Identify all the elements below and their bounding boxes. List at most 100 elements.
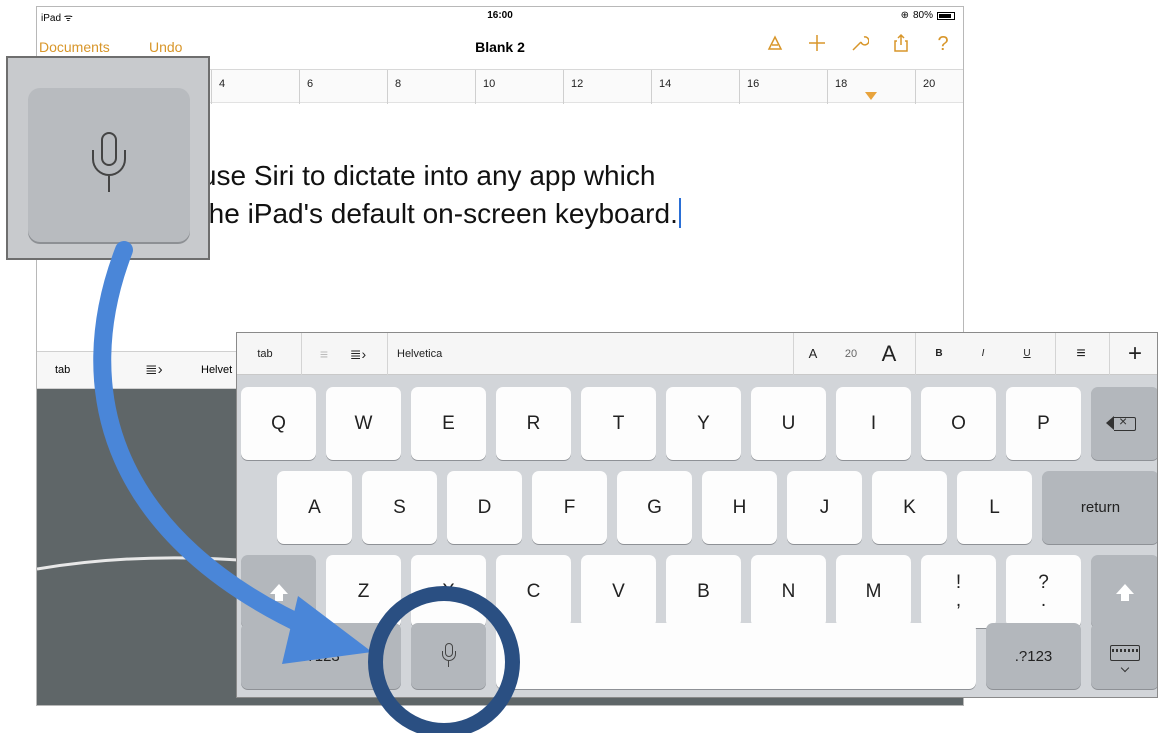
hide-keyboard-key[interactable] <box>1091 623 1157 689</box>
status-right: ⊕ 80% <box>901 10 955 21</box>
key-e[interactable]: E <box>411 387 486 460</box>
font-name-button[interactable]: Helvetica <box>397 333 467 375</box>
indent-icon[interactable]: ≣› <box>341 333 375 375</box>
document-line-2: rts the iPad's default on-screen keyboar… <box>162 195 681 233</box>
ruler-tick <box>739 70 740 104</box>
orientation-lock-icon: ⊕ <box>900 10 909 21</box>
key-s[interactable]: S <box>362 471 437 544</box>
share-icon[interactable] <box>891 33 911 59</box>
toolbar-divider <box>301 333 302 375</box>
key-r[interactable]: R <box>496 387 571 460</box>
key-o[interactable]: O <box>921 387 996 460</box>
ruler-label: 10 <box>483 78 496 90</box>
key-a[interactable]: A <box>277 471 352 544</box>
ruler-label: 8 <box>395 78 402 90</box>
background-tab-button: tab <box>55 364 71 376</box>
shift-icon <box>269 583 288 601</box>
ruler-tick <box>211 70 212 104</box>
key-i[interactable]: I <box>836 387 911 460</box>
battery-percent: 80% <box>912 10 933 21</box>
text-cursor <box>678 198 681 228</box>
battery-icon <box>937 11 955 20</box>
wrench-icon[interactable] <box>849 33 870 59</box>
toolbar-divider <box>793 333 794 375</box>
ruler-label: 14 <box>659 78 672 90</box>
toolbar-divider <box>915 333 916 375</box>
background-font-label: Helvet <box>201 364 233 376</box>
key-p[interactable]: P <box>1006 387 1081 460</box>
key-k[interactable]: K <box>872 471 947 544</box>
plus-icon[interactable] <box>807 33 827 59</box>
ruler-tick <box>827 70 828 104</box>
key-b[interactable]: B <box>666 555 741 628</box>
toolbar-divider <box>387 333 388 375</box>
key-question-bottom: . <box>1040 589 1047 611</box>
key-m[interactable]: M <box>836 555 911 628</box>
ruler-label: 20 <box>923 78 936 90</box>
ruler-tick <box>299 70 300 104</box>
key-exclaim-comma[interactable]: !, <box>921 555 996 628</box>
right-margin-marker[interactable] <box>865 92 877 100</box>
key-h[interactable]: H <box>702 471 777 544</box>
ruler-label: 18 <box>835 78 848 90</box>
key-t[interactable]: T <box>581 387 656 460</box>
key-w[interactable]: W <box>326 387 401 460</box>
key-question-top: ? <box>1038 571 1049 593</box>
key-question-period[interactable]: ?. <box>1006 555 1081 628</box>
return-key[interactable]: return <box>1042 471 1157 544</box>
key-q[interactable]: Q <box>241 387 316 460</box>
insert-plus-button[interactable]: + <box>1121 333 1149 375</box>
key-y[interactable]: Y <box>666 387 741 460</box>
shift-key-left[interactable] <box>241 555 316 628</box>
help-icon[interactable]: ? <box>933 33 953 59</box>
underline-button[interactable]: U <box>1017 333 1037 375</box>
keyboard-hide-icon <box>1110 645 1140 661</box>
key-v[interactable]: V <box>581 555 656 628</box>
status-bar: iPad ᯤ 16:00 ⊕ 80% <box>37 7 963 25</box>
key-n[interactable]: N <box>751 555 826 628</box>
bold-button[interactable]: B <box>929 333 949 375</box>
key-c[interactable]: C <box>496 555 571 628</box>
document-line-1: an use Siri to dictate into any app whic… <box>162 160 656 191</box>
status-time: 16:00 <box>487 10 513 21</box>
ruler-tick <box>387 70 388 104</box>
font-size-value: 20 <box>844 348 858 360</box>
shift-key-right[interactable] <box>1091 555 1157 628</box>
nav-icons: ? <box>765 33 953 59</box>
zoomed-microphone-icon <box>92 132 126 194</box>
ruler-label: 4 <box>219 78 226 90</box>
ruler-tick <box>563 70 564 104</box>
toolbar-divider <box>1109 333 1110 375</box>
ruler-label: 12 <box>571 78 584 90</box>
backspace-key[interactable] <box>1091 387 1157 460</box>
key-g[interactable]: G <box>617 471 692 544</box>
paintbrush-icon[interactable] <box>765 33 785 59</box>
decrease-size-button[interactable]: A <box>803 333 823 375</box>
outdent-icon[interactable]: ≡ <box>307 333 341 375</box>
key-l[interactable]: L <box>957 471 1032 544</box>
ruler-tick <box>915 70 916 104</box>
tab-button[interactable]: tab <box>245 333 285 375</box>
ruler-tick <box>651 70 652 104</box>
zoom-inset <box>6 56 210 260</box>
space-bar[interactable] <box>496 623 976 689</box>
italic-button[interactable]: I <box>973 333 993 375</box>
key-u[interactable]: U <box>751 387 826 460</box>
align-icon[interactable]: ≡ <box>1067 333 1095 375</box>
key-j[interactable]: J <box>787 471 862 544</box>
key-exclaim-bottom: , <box>955 589 962 611</box>
shift-icon <box>1116 583 1134 601</box>
numbers-key-right[interactable]: .?123 <box>986 623 1081 689</box>
background-indent-icon: ≣› <box>145 361 163 378</box>
key-exclaim-top: ! <box>955 571 962 593</box>
increase-size-button[interactable]: A <box>877 333 901 375</box>
ruler-tick <box>475 70 476 104</box>
zoomed-dictation-key <box>28 88 190 242</box>
document-body[interactable]: an use Siri to dictate into any app whic… <box>162 157 681 233</box>
highlight-ring <box>368 586 520 733</box>
key-d[interactable]: D <box>447 471 522 544</box>
ruler-label: 6 <box>307 78 314 90</box>
toolbar-divider <box>1055 333 1056 375</box>
key-f[interactable]: F <box>532 471 607 544</box>
ruler-label: 16 <box>747 78 760 90</box>
